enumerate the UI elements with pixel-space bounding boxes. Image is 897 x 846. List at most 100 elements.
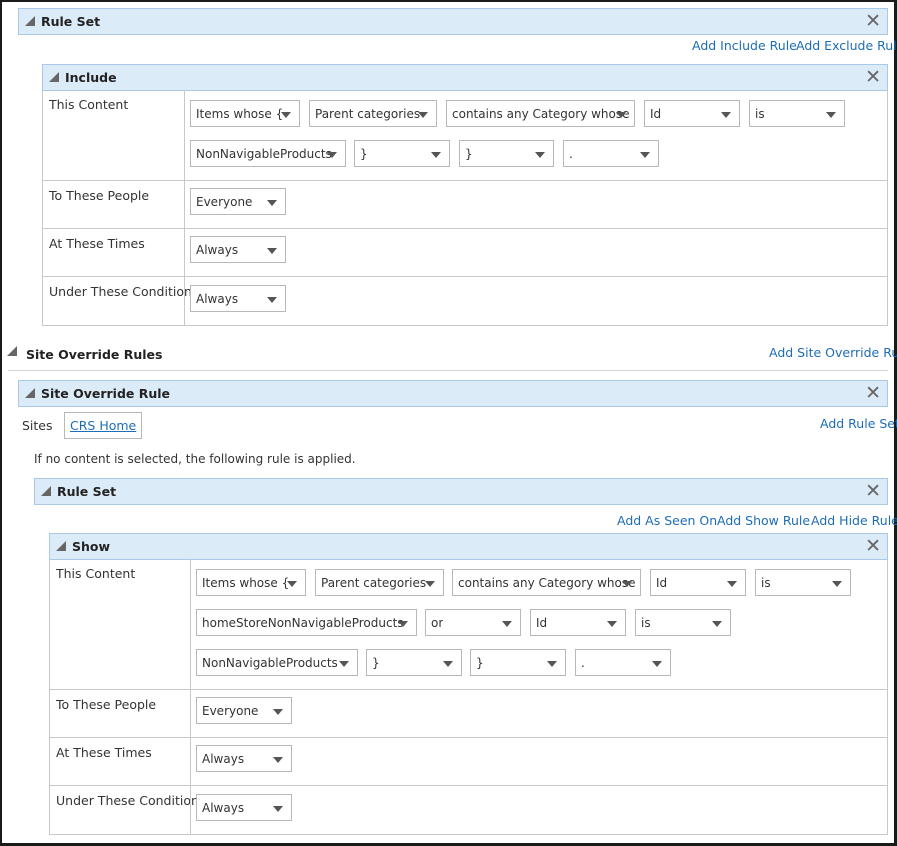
add-rule-set-link[interactable]: Add Rule Set [820,416,897,431]
collapse-triangle-icon[interactable] [25,16,35,26]
dropdown-arrow-icon [826,112,836,118]
select-value: NonNavigableProducts [202,656,338,670]
select-value: is [761,576,771,590]
dropdown-arrow-icon [431,152,441,158]
select-value: contains any Category whose [452,107,630,121]
parent-categories-select[interactable]: Parent categories [309,100,437,127]
people-select[interactable]: Everyone [190,188,286,215]
show-title: Show [72,539,111,554]
add-hide-rule-link[interactable]: Add Hide Rule [811,513,897,528]
dropdown-arrow-icon [547,661,557,667]
dropdown-arrow-icon [281,112,291,118]
close-icon[interactable]: ✕ [865,11,881,31]
terminator-select[interactable]: . [563,140,659,167]
logical-operator-select[interactable]: or [425,609,521,636]
add-show-rule-link[interactable]: Add Show Rule [717,513,810,528]
dropdown-arrow-icon [502,621,512,627]
close-icon[interactable]: ✕ [865,67,881,87]
contains-any-category-select[interactable]: contains any Category whose [446,100,635,127]
close-brace-select[interactable]: } [459,140,554,167]
value-select[interactable]: NonNavigableProducts [196,649,358,676]
column-divider [190,786,191,834]
dropdown-arrow-icon [652,661,662,667]
select-value: is [755,107,765,121]
select-value: } [360,147,368,161]
show-header[interactable]: Show ✕ [49,533,888,560]
parent-categories-select[interactable]: Parent categories [315,569,444,596]
site-override-rule-title: Site Override Rule [41,386,171,401]
dropdown-arrow-icon [443,661,453,667]
select-value: NonNavigableProducts [196,147,332,161]
dropdown-arrow-icon [535,152,545,158]
property-select[interactable]: Id [644,100,740,127]
add-site-override-rule-link[interactable]: Add Site Override Rule [769,345,897,360]
at-these-times-label: At These Times [56,745,152,760]
select-value: homeStoreNonNavigableProducts [202,616,404,630]
operator-select[interactable]: is [749,100,845,127]
dropdown-arrow-icon [712,621,722,627]
column-divider [184,277,185,325]
dropdown-arrow-icon [267,200,277,206]
column-divider [184,181,185,228]
rule-set-header[interactable]: Rule Set ✕ [34,478,888,505]
conditions-select[interactable]: Always [196,794,292,821]
conditions-select[interactable]: Always [190,285,286,312]
close-brace-select[interactable]: } [470,649,566,676]
times-select[interactable]: Always [196,745,292,772]
close-icon[interactable]: ✕ [865,383,881,403]
rule-set-header[interactable]: Rule Set ✕ [18,8,888,35]
operator-select[interactable]: is [755,569,851,596]
site-override-rule-header[interactable]: Site Override Rule ✕ [18,380,888,407]
dropdown-arrow-icon [418,112,428,118]
site-crs-home-button[interactable]: CRS Home [64,412,143,439]
contains-any-category-select[interactable]: contains any Category whose [452,569,641,596]
value-select[interactable]: homeStoreNonNavigableProducts [196,609,417,636]
value-select[interactable]: NonNavigableProducts [190,140,346,167]
column-divider [190,738,191,785]
select-value: Items whose { [196,107,284,121]
dropdown-arrow-icon [727,581,737,587]
collapse-triangle-icon[interactable] [7,346,17,356]
operator-select[interactable]: is [635,609,731,636]
dropdown-arrow-icon [273,806,283,812]
select-value: contains any Category whose [458,576,636,590]
include-header[interactable]: Include ✕ [42,64,888,91]
people-select[interactable]: Everyone [196,697,292,724]
times-select[interactable]: Always [190,236,286,263]
select-value: } [372,656,380,670]
collapse-triangle-icon[interactable] [25,388,35,398]
property-select[interactable]: Id [530,609,626,636]
close-icon[interactable]: ✕ [865,481,881,501]
rule-set-title: Rule Set [57,484,117,499]
info-text: If no content is selected, the following… [34,452,356,466]
select-value: } [465,147,473,161]
dropdown-arrow-icon [327,152,337,158]
under-these-conditions-label: Under These Conditions [49,284,199,299]
property-select[interactable]: Id [650,569,746,596]
items-whose-select[interactable]: Items whose { [190,100,300,127]
select-value: Everyone [196,195,253,209]
select-value: is [641,616,651,630]
column-divider [184,229,185,276]
close-brace-select[interactable]: } [354,140,450,167]
collapse-triangle-icon[interactable] [56,541,66,551]
add-exclude-rule-link[interactable]: Add Exclude Rule [796,38,897,53]
collapse-triangle-icon[interactable] [49,72,59,82]
column-divider [190,690,191,737]
add-as-seen-on-link[interactable]: Add As Seen On [617,513,717,528]
dropdown-arrow-icon [267,297,277,303]
close-brace-select[interactable]: } [366,649,462,676]
terminator-select[interactable]: . [575,649,671,676]
to-these-people-label: To These People [56,697,157,712]
at-these-times-row: At These Times [50,737,887,785]
select-value: Everyone [202,704,259,718]
collapse-triangle-icon[interactable] [41,486,51,496]
dropdown-arrow-icon [640,152,650,158]
close-icon[interactable]: ✕ [865,536,881,556]
under-these-conditions-row: Under These Conditions [50,785,887,834]
add-include-rule-link[interactable]: Add Include Rule [692,38,797,53]
dropdown-arrow-icon [398,621,408,627]
items-whose-select[interactable]: Items whose { [196,569,306,596]
dropdown-arrow-icon [832,581,842,587]
select-value: . [581,656,585,670]
